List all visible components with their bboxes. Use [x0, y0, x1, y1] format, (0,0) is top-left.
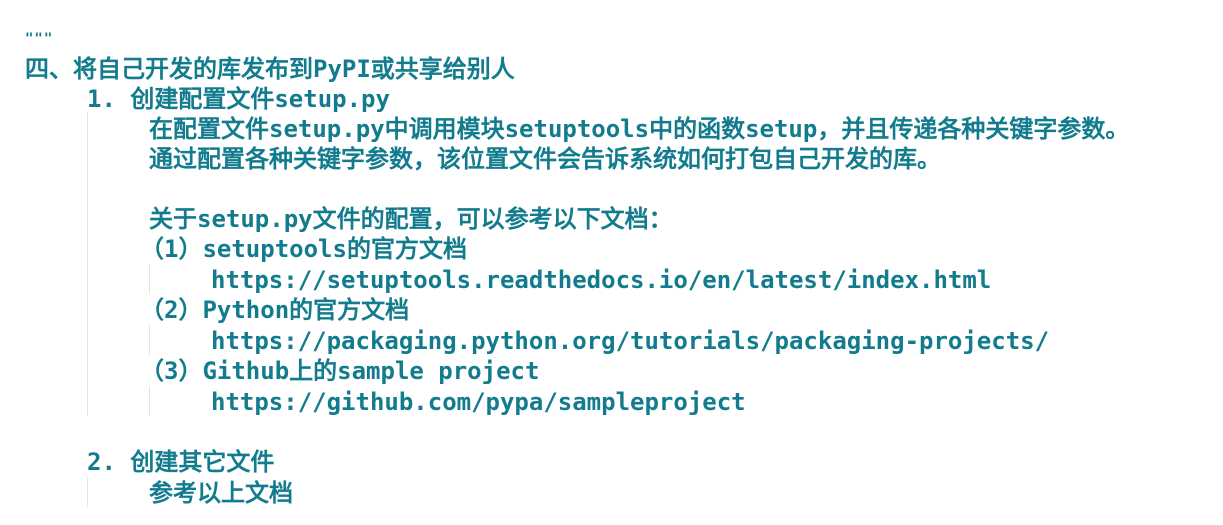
section-heading: 四、将自己开发的库发布到PyPI或共享给别人: [25, 55, 515, 83]
step1-title: 1. 创建配置文件setup.py: [87, 85, 390, 113]
indent-guide-step2: [87, 477, 88, 507]
reference-3-title: （3）Github上的sample project: [140, 357, 540, 385]
step2-description-line1: 参考以上文档: [149, 479, 293, 507]
reference-2-title: （2）Python的官方文档: [140, 296, 410, 324]
step1-description-line1: 在配置文件setup.py中调用模块setuptools中的函数setup，并且…: [149, 115, 1130, 143]
indent-guide-ref3: [149, 386, 150, 416]
reference-1-title: （1）setuptools的官方文档: [140, 235, 467, 263]
reference-2-url: https://packaging.python.org/tutorials/p…: [211, 327, 1050, 355]
reference-3-url: https://github.com/pypa/sampleproject: [211, 388, 746, 416]
reference-intro: 关于setup.py文件的配置，可以参考以下文档：: [149, 205, 673, 233]
indent-guide-step1: [87, 112, 88, 416]
reference-1-url: https://setuptools.readthedocs.io/en/lat…: [211, 266, 992, 294]
step2-title: 2. 创建其它文件: [87, 448, 275, 476]
docstring-open: """: [25, 31, 54, 47]
step1-description-line2: 通过配置各种关键字参数，该位置文件会告诉系统如何打包自己开发的库。: [149, 145, 941, 173]
indent-guide-ref2: [149, 325, 150, 355]
code-editor[interactable]: """ 四、将自己开发的库发布到PyPI或共享给别人 1. 创建配置文件setu…: [0, 0, 1223, 525]
indent-guide-ref1: [149, 264, 150, 294]
